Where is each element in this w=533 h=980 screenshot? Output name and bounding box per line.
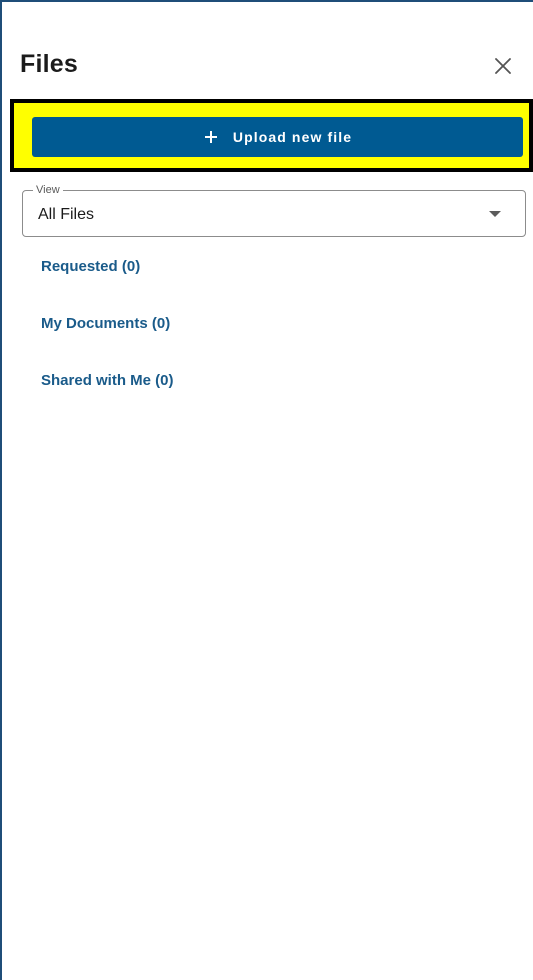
upload-button-label: Upload new file	[232, 129, 353, 145]
files-panel: Files Upload new file View All Files Req…	[0, 0, 533, 980]
nav-link-my-documents[interactable]: My Documents (0)	[41, 315, 170, 332]
nav-link-requested[interactable]: Requested (0)	[41, 258, 140, 275]
view-select-value: All Files	[38, 206, 95, 223]
panel-title: Files	[20, 50, 78, 78]
plus-icon	[203, 129, 219, 145]
view-select-legend: View	[33, 183, 63, 197]
caret-down-icon	[489, 211, 501, 217]
panel-header: Files	[2, 2, 533, 98]
close-icon	[494, 57, 512, 80]
nav-link-shared-with-me[interactable]: Shared with Me (0)	[41, 372, 174, 389]
close-button[interactable]	[489, 54, 517, 82]
view-select[interactable]: View All Files	[22, 183, 526, 237]
upload-highlight-frame: Upload new file	[10, 99, 533, 172]
upload-new-file-button[interactable]: Upload new file	[32, 117, 523, 157]
